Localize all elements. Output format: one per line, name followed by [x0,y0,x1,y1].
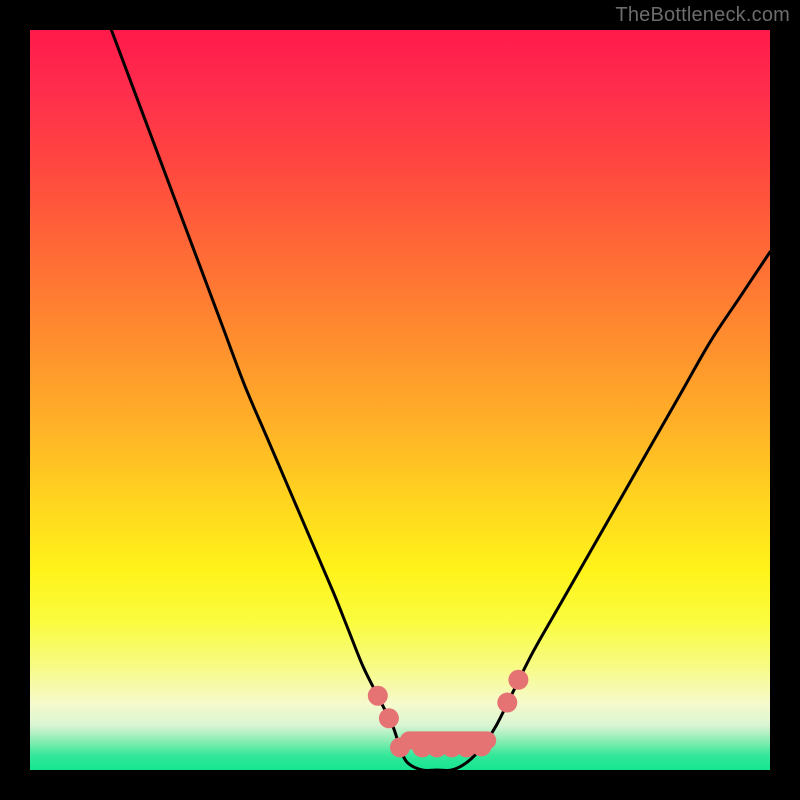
bottleneck-curve [30,30,770,770]
flat-zone-marker [390,737,410,757]
flat-zone-marker [497,693,517,713]
outer-frame: TheBottleneck.com [0,0,800,800]
plot-area [30,30,770,770]
flat-zone-marker [471,736,491,756]
watermark-text: TheBottleneck.com [615,4,790,27]
flat-zone-marker [379,708,399,728]
flat-zone-marker [508,670,528,690]
flat-zone-marker [368,686,388,706]
curve-path [111,30,770,770]
